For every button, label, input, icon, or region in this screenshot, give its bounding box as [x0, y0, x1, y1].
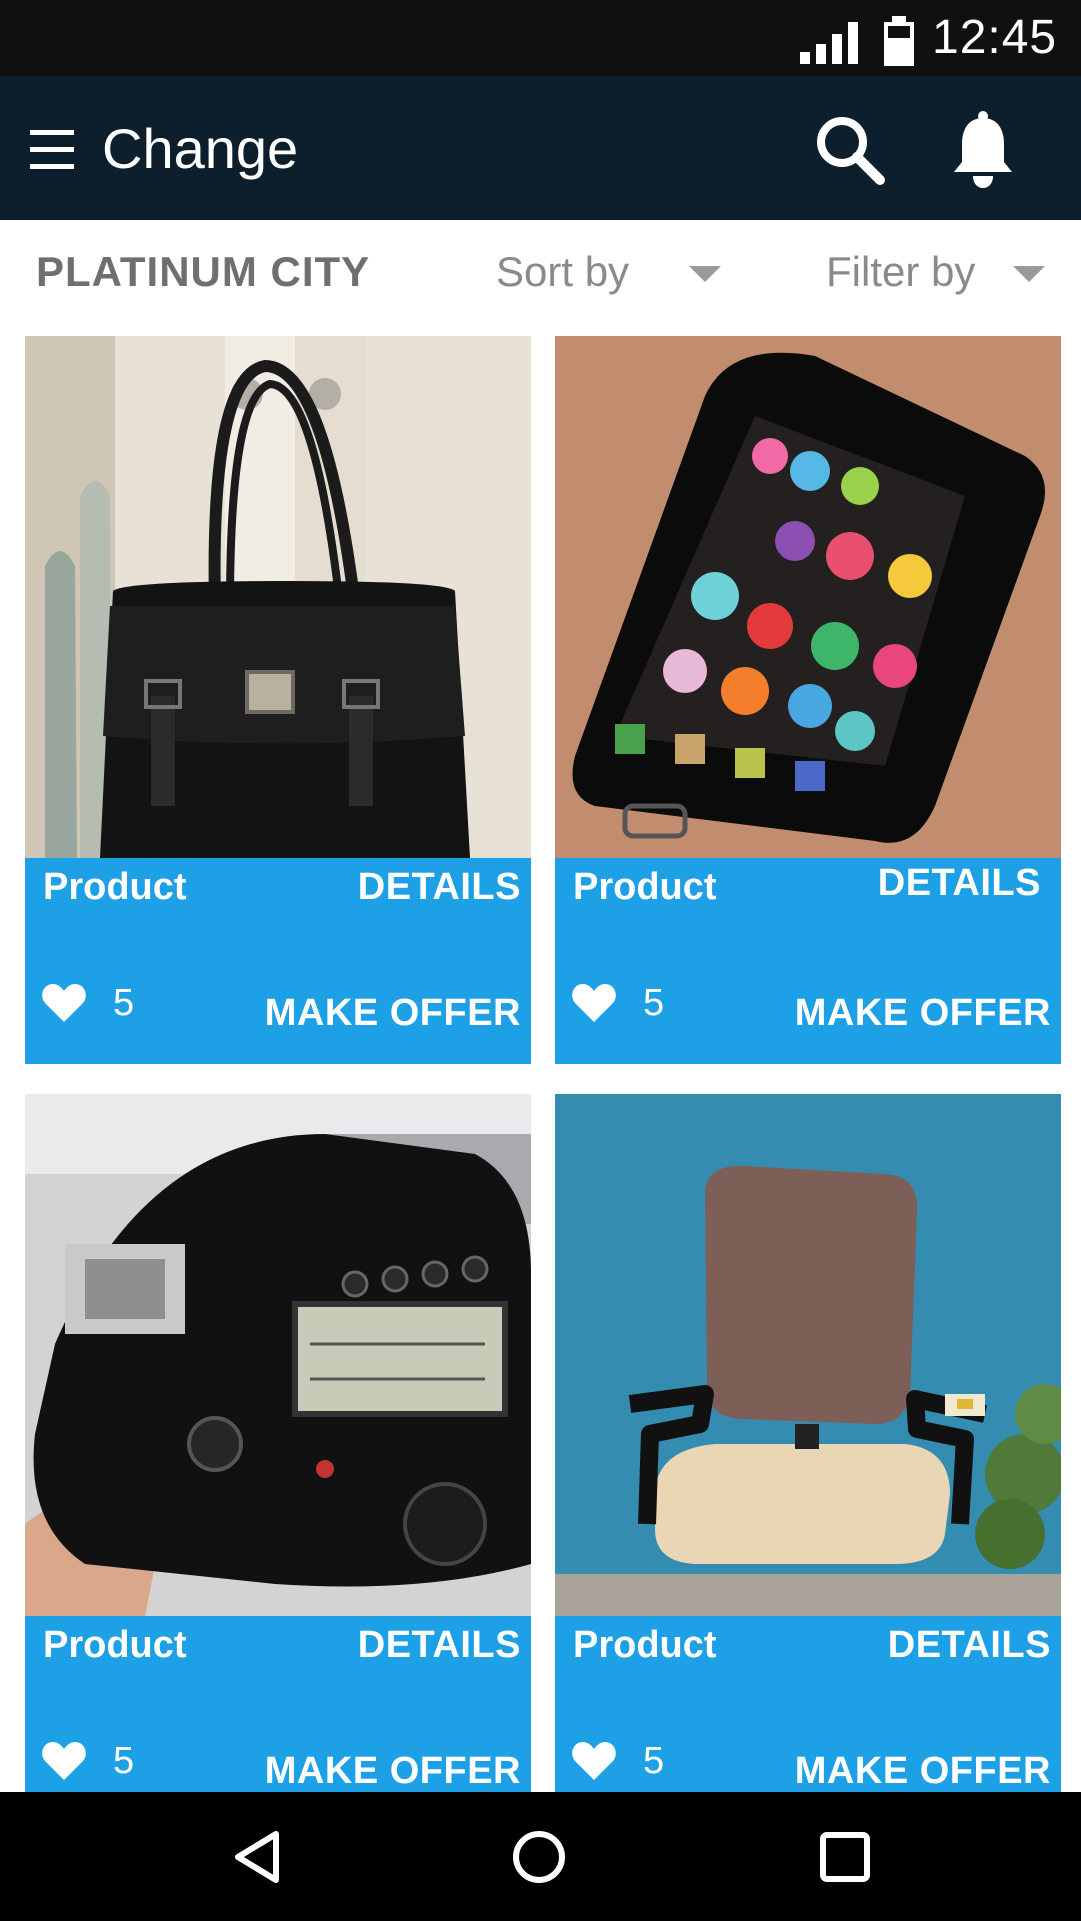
details-button[interactable]: DETAILS	[358, 1624, 521, 1667]
product-card[interactable]: Product DETAILS 5 MAKE OFFER	[555, 336, 1061, 1064]
likes-count: 5	[643, 1740, 665, 1782]
sort-label: Sort by	[496, 248, 630, 295]
make-offer-button[interactable]: MAKE OFFER	[795, 1750, 1051, 1793]
status-time: 12:45	[932, 11, 1058, 64]
heart-icon[interactable]	[571, 982, 617, 1024]
status-bar: 12:45	[0, 0, 1081, 76]
product-name: Product	[573, 1624, 717, 1666]
home-icon[interactable]	[504, 1822, 574, 1892]
menu-icon[interactable]	[26, 126, 78, 174]
filter-label: Filter by	[826, 248, 976, 295]
details-button[interactable]: DETAILS	[888, 1624, 1051, 1667]
likes-count: 5	[643, 982, 665, 1024]
heart-icon[interactable]	[41, 1740, 87, 1782]
product-card[interactable]: Product DETAILS 5 MAKE OFFER	[25, 336, 531, 1064]
make-offer-button[interactable]: MAKE OFFER	[265, 1750, 521, 1793]
filter-dropdown[interactable]: Filter by	[826, 248, 1046, 296]
location-label: PLATINUM CITY	[36, 248, 371, 295]
filter-bar: PLATINUM CITY Sort by Filter by	[0, 220, 1081, 320]
navigation-bar	[0, 1792, 1081, 1921]
heart-icon[interactable]	[571, 1740, 617, 1782]
page-title: Change	[102, 117, 299, 180]
signal-icon	[800, 22, 858, 64]
bell-icon[interactable]	[948, 110, 1018, 190]
app-bar: Change	[0, 76, 1081, 220]
search-icon[interactable]	[812, 112, 888, 188]
product-card[interactable]: Product DETAILS 5 MAKE OFFER	[555, 1094, 1061, 1822]
details-button[interactable]: DETAILS	[878, 862, 1041, 905]
product-name: Product	[573, 866, 717, 908]
product-image-handbag[interactable]	[25, 336, 531, 858]
product-card[interactable]: Product DETAILS 5 MAKE OFFER	[25, 1094, 531, 1822]
product-name: Product	[43, 866, 187, 908]
chevron-down-icon	[689, 266, 722, 282]
make-offer-button[interactable]: MAKE OFFER	[265, 992, 521, 1035]
battery-icon	[884, 16, 914, 66]
likes-count: 5	[113, 982, 135, 1024]
product-image-office-chair[interactable]	[555, 1094, 1061, 1616]
sort-dropdown[interactable]: Sort by	[496, 248, 722, 296]
product-image-camera[interactable]	[25, 1094, 531, 1616]
back-icon[interactable]	[222, 1822, 292, 1892]
details-button[interactable]: DETAILS	[358, 866, 521, 909]
likes-count: 5	[113, 1740, 135, 1782]
product-name: Product	[43, 1624, 187, 1666]
heart-icon[interactable]	[41, 982, 87, 1024]
product-image-smartphone[interactable]	[555, 336, 1061, 858]
chevron-down-icon	[1013, 266, 1046, 282]
recents-icon[interactable]	[810, 1822, 880, 1892]
make-offer-button[interactable]: MAKE OFFER	[795, 992, 1051, 1035]
